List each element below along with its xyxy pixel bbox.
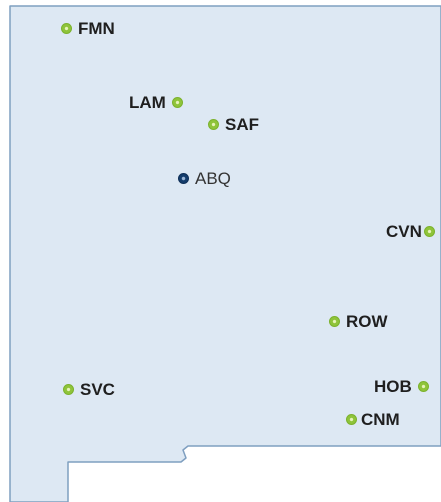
airport-marker-saf[interactable]: SAF — [208, 116, 259, 133]
airport-label-hob: HOB — [374, 377, 412, 396]
airport-marker-abq[interactable]: ABQ — [178, 170, 231, 187]
airport-label-svc: SVC — [80, 380, 115, 399]
airport-dot-icon — [346, 414, 357, 425]
airport-label-saf: SAF — [225, 115, 259, 134]
airport-dot-icon — [423, 226, 435, 237]
airport-marker-fmn[interactable]: FMN — [61, 20, 115, 37]
airport-marker-cnm[interactable]: CNM — [346, 411, 400, 428]
airport-label-cnm: CNM — [361, 410, 400, 429]
airport-marker-hob[interactable]: HOB — [374, 378, 429, 395]
airport-dot-icon — [178, 173, 189, 184]
airport-marker-lam[interactable]: LAM — [129, 94, 183, 111]
airport-label-cvn: CVN — [386, 222, 422, 241]
airport-dot-icon — [63, 384, 74, 395]
airport-map: FMN LAM SAF ABQ CVN ROW SVC HOB CNM — [0, 0, 441, 502]
airport-label-fmn: FMN — [78, 19, 115, 38]
airport-dot-icon — [208, 119, 219, 130]
airport-marker-cvn[interactable]: CVN — [386, 223, 435, 240]
airport-label-lam: LAM — [129, 93, 166, 112]
airport-dot-icon — [417, 381, 429, 392]
airport-label-row: ROW — [346, 312, 388, 331]
airport-dot-icon — [171, 97, 183, 108]
airport-marker-row[interactable]: ROW — [329, 313, 388, 330]
airport-dot-icon — [61, 23, 72, 34]
airport-dot-icon — [329, 316, 340, 327]
airport-marker-svc[interactable]: SVC — [63, 381, 115, 398]
airport-label-abq: ABQ — [195, 169, 231, 188]
